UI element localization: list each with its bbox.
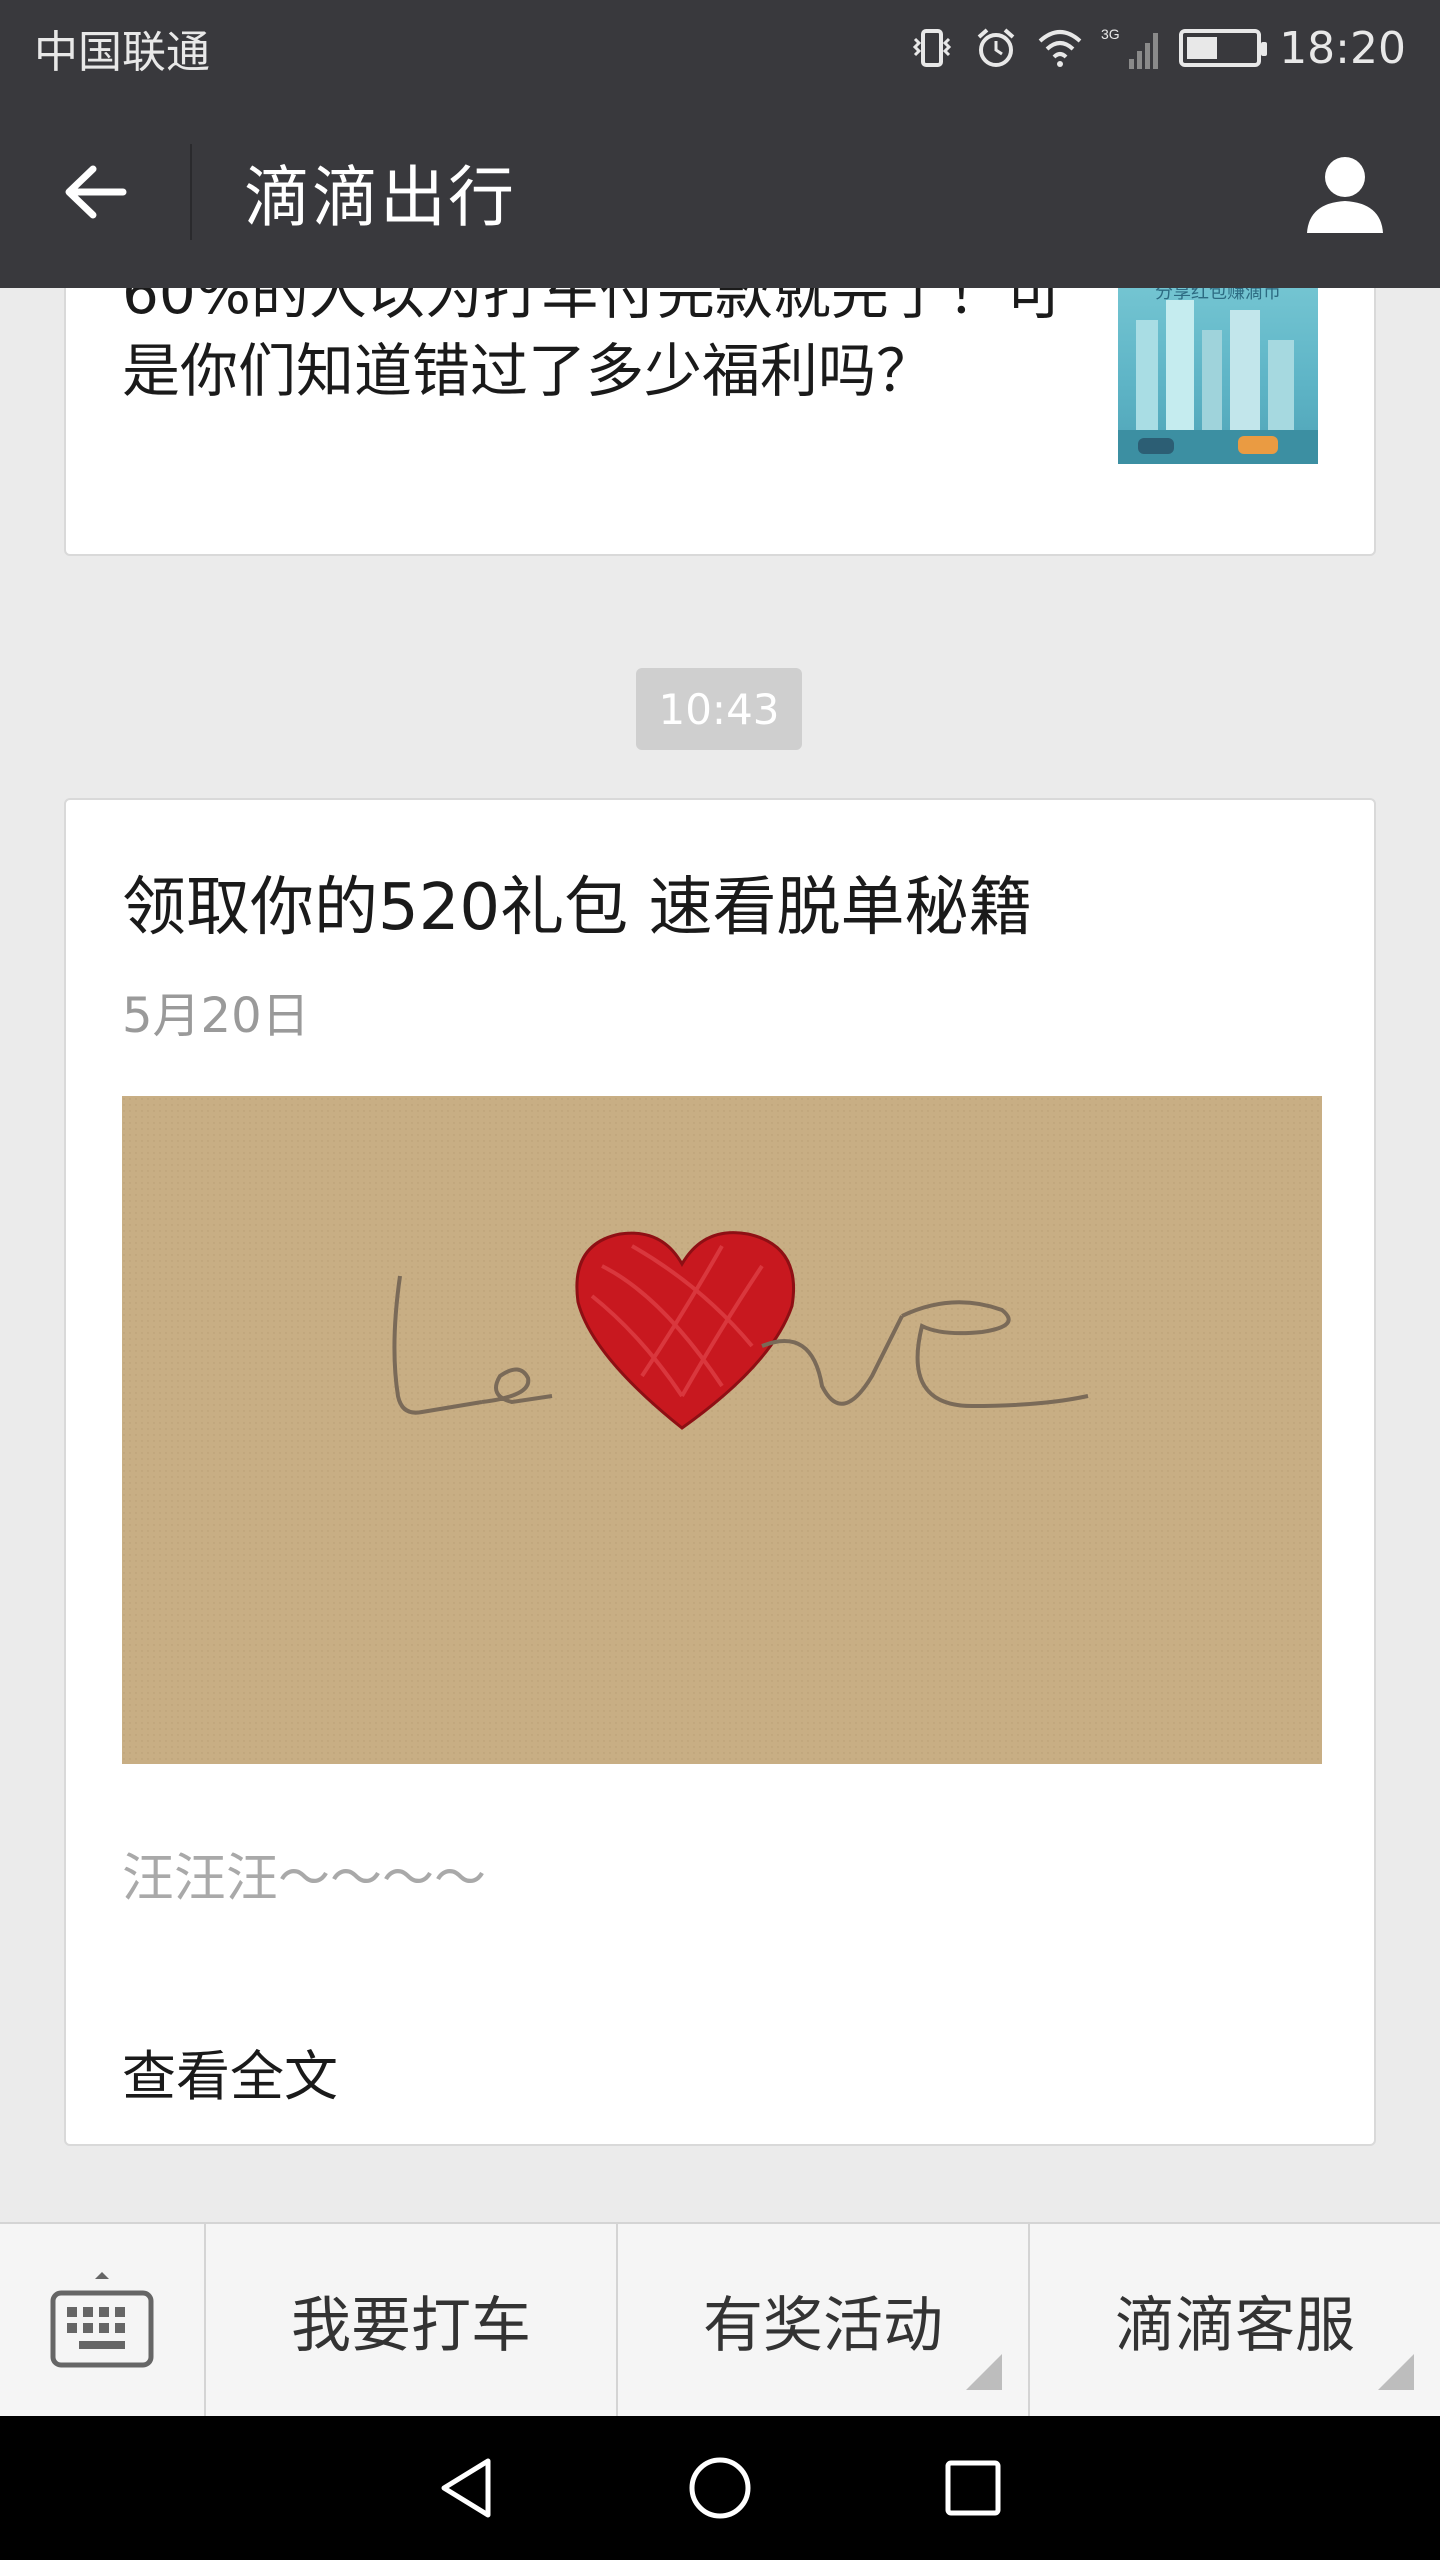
app-header: 滴滴出行 [0,96,1440,288]
status-bar: 中国联通 3G 18:20 [0,0,1440,96]
nav-back-button[interactable] [427,2448,507,2528]
love-yarn-heart-illustration [122,1096,1322,1764]
previous-article-thumbnail: 分享红包赚滴币 [1118,288,1318,464]
vibrate-icon [913,29,952,67]
bottom-menu: 我要打车 有奖活动 滴滴客服 [0,2222,1440,2416]
submenu-indicator-icon [966,2354,1002,2390]
article-card[interactable]: 领取你的520礼包 速看脱单秘籍 5月20日 汪汪汪～～～～ 查看全文 [64,798,1376,2146]
battery-icon [1179,29,1268,67]
carrier-label: 中国联通 [34,27,210,78]
nav-recents-button[interactable] [933,2448,1013,2528]
profile-button[interactable] [1290,138,1400,248]
back-arrow-icon [65,165,127,219]
menu-item-label: 有奖活动 [703,2290,943,2361]
square-recents-icon [945,2460,1001,2516]
menu-item-events[interactable]: 有奖活动 [618,2224,1030,2416]
wifi-icon [1038,30,1082,67]
person-icon [1307,157,1383,233]
system-nav-bar [0,2416,1440,2560]
triangle-back-icon [441,2458,491,2518]
message-timestamp: 10:43 [636,668,802,750]
menu-item-ride[interactable]: 我要打车 [206,2224,618,2416]
alarm-icon [977,28,1015,67]
read-full-article-link[interactable]: 查看全文 [122,2032,338,2111]
submenu-indicator-icon [1378,2354,1414,2390]
article-summary: 汪汪汪～～～～ [122,1849,487,1909]
back-button[interactable] [0,96,192,288]
thumbnail-caption: 分享红包赚滴币 [1155,288,1281,303]
battery-level [1187,37,1218,59]
article-title: 领取你的520礼包 速看脱单秘籍 [122,871,1033,945]
page-title: 滴滴出行 [244,159,516,236]
status-icons: 3G 18:20 [909,23,1406,74]
menu-item-label: 滴滴客服 [1115,2290,1355,2361]
previous-article-card[interactable]: 60%的人以为打车付完款就完了！可是你们知道错过了多少福利吗？ 分享红包赚滴币 [64,288,1376,556]
previous-article-title: 60%的人以为打车付完款就完了！可是你们知道错过了多少福利吗？ [122,288,1063,405]
message-list[interactable]: 60%的人以为打车付完款就完了！可是你们知道错过了多少福利吗？ 分享红包赚滴币 … [0,288,1440,2222]
menu-item-support[interactable]: 滴滴客服 [1030,2224,1440,2416]
nav-home-button[interactable] [680,2448,760,2528]
article-cover-image [122,1096,1322,1764]
signal-icon: 3G [1101,26,1159,69]
keyboard-toggle-button[interactable] [0,2224,206,2416]
network-type-label: 3G [1101,26,1120,42]
city-illustration [1118,300,1318,464]
clock-label: 18:20 [1279,22,1406,74]
menu-item-label: 我要打车 [291,2290,531,2361]
circle-home-icon [689,2457,751,2519]
article-date: 5月20日 [122,988,310,1044]
keyboard-icon [50,2272,154,2368]
